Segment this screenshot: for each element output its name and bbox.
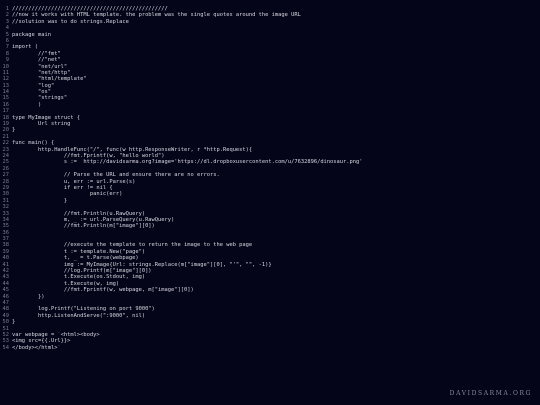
code-editor[interactable]: 1///////////////////////////////////////…	[0, 6, 540, 351]
code-text[interactable]: </body></html>`	[9, 345, 540, 351]
code-line[interactable]: 54 </body></html>`	[0, 345, 540, 351]
line-number: 54	[2, 344, 10, 351]
site-watermark: DAVIDSARMA.ORG	[449, 390, 532, 397]
